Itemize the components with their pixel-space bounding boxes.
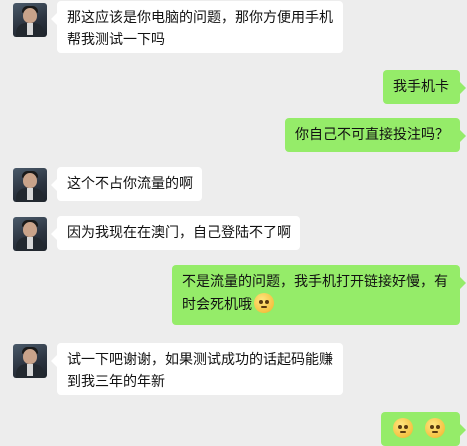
message-bubble-outgoing[interactable]: 你自己不可直接投注吗？ [285,118,466,152]
message-text-line: 你自己不可直接投注吗？ [295,127,449,143]
message-bubble-incoming[interactable]: 这个不占你流量的啊 [51,167,202,201]
message-text-line: 试一下吧谢谢，如果测试成功的话起码能赚 [67,352,333,368]
message-bubble-incoming[interactable]: 那这应该是你电脑的问题，那你方便用手机 帮我测试一下吗 [51,1,343,53]
contact-avatar[interactable] [13,217,47,251]
sweat-smile-icon [254,293,274,313]
message-text-line: 到我三年的年新 [67,374,165,390]
message-bubble-incoming[interactable]: 试一下吧谢谢，如果测试成功的话起码能赚 到我三年的年新 [51,343,343,395]
contact-avatar[interactable] [13,344,47,378]
message-text-line: 因为我现在在澳门，自己登陆不了啊 [67,225,291,241]
emoji-pair-icon [393,418,413,438]
message-bubble-incoming[interactable]: 因为我现在在澳门，自己登陆不了啊 [51,216,300,250]
message-bubble-outgoing[interactable] [381,412,466,446]
contact-avatar[interactable] [13,168,47,202]
contact-avatar[interactable] [13,3,47,37]
message-text-line: 这个不占你流量的啊 [67,176,193,192]
message-text-line: 时会死机哦 [182,293,450,316]
message-text-line: 那这应该是你电脑的问题，那你方便用手机 [67,10,333,26]
message-text-line: 不是流量的问题，我手机打开链接好慢，有 [182,274,448,290]
message-text-line: 我手机卡 [393,79,449,95]
message-text-line: 帮我测试一下吗 [67,32,165,48]
emoji-pair-icon [425,418,446,438]
message-bubble-outgoing[interactable]: 不是流量的问题，我手机打开链接好慢，有 时会死机哦 [172,265,466,325]
message-bubble-outgoing[interactable]: 我手机卡 [383,70,466,104]
